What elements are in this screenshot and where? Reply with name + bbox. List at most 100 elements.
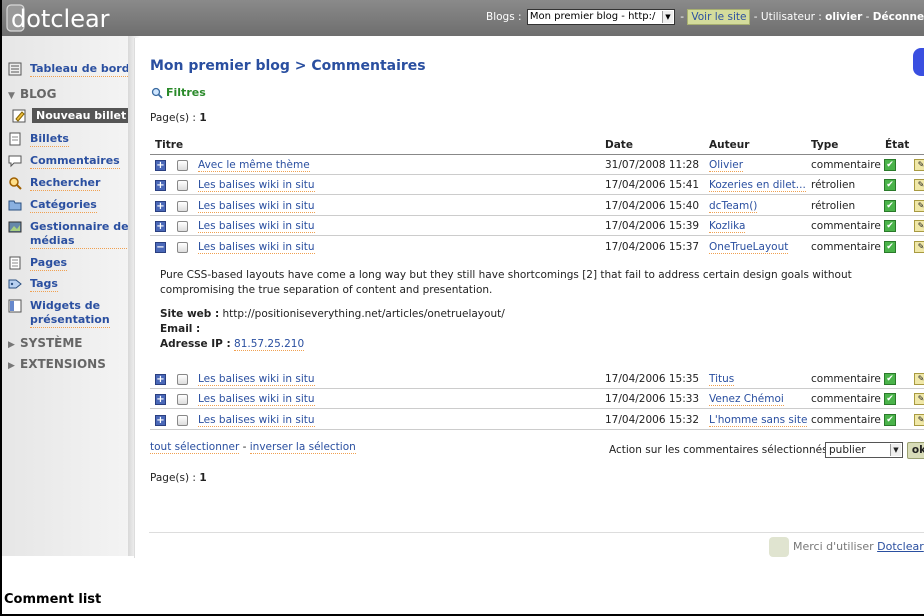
comment-author-link[interactable]: Olivier: [709, 159, 744, 172]
dotclear-logo[interactable]: dotclear: [6, 2, 128, 34]
comment-author-link[interactable]: Kozeries en dilet...: [709, 179, 806, 192]
column-date: Date: [605, 139, 633, 151]
ok-button[interactable]: ok: [907, 442, 924, 459]
table-row: + Les balises wiki in situ 17/04/2006 15:3…: [150, 410, 924, 430]
table-row: + Les balises wiki in situ 17/04/2006 15:3…: [150, 389, 924, 409]
comment-author-link[interactable]: Kozlika: [709, 220, 746, 233]
page-title: Mon premier blog > Commentaires: [150, 58, 426, 74]
ip-link[interactable]: 81.57.25.210: [234, 338, 305, 351]
expand-icon[interactable]: +: [155, 415, 166, 426]
comment-author-link[interactable]: OneTrueLayout: [709, 241, 789, 254]
filters-label: Filtres: [166, 86, 206, 99]
top-bar: dotclear Blogs : Mon premier blog - http…: [2, 0, 924, 36]
pagination-top: Page(s) : 1: [150, 112, 207, 124]
dotclear-link[interactable]: Dotclear: [877, 540, 924, 553]
edit-icon[interactable]: ✎: [914, 414, 924, 426]
select-all-link[interactable]: tout sélectionner: [150, 441, 240, 454]
user-name[interactable]: olivier: [825, 11, 862, 23]
table-row: + Les balises wiki in situ 17/04/2006 15:4…: [150, 175, 924, 195]
collapse-icon[interactable]: −: [155, 242, 166, 253]
page-number[interactable]: 1: [199, 112, 206, 124]
selection-links: tout sélectionner - inverser la sélectio…: [150, 441, 356, 454]
row-checkbox[interactable]: [177, 201, 188, 212]
separator: -: [242, 441, 247, 453]
edit-icon[interactable]: ✎: [914, 200, 924, 212]
main-panel: Mon premier blog > Commentaires Filtres …: [134, 38, 924, 558]
sidebar: Tableau de bord ▼ BLOG Nouveau billet Bil…: [2, 36, 132, 556]
expand-icon[interactable]: +: [155, 201, 166, 212]
expand-icon[interactable]: +: [155, 160, 166, 171]
edit-icon[interactable]: ✎: [914, 241, 924, 253]
filters-toggle[interactable]: Filtres: [151, 86, 206, 99]
row-checkbox[interactable]: [177, 160, 188, 171]
row-checkbox[interactable]: [177, 242, 188, 253]
comment-author-link[interactable]: L'homme sans site: [709, 414, 808, 427]
comment-title-link[interactable]: Avec le même thème: [198, 159, 310, 172]
published-check-icon: ✔: [884, 414, 896, 426]
table-header: Titre Date Auteur Type État: [150, 137, 924, 155]
row-checkbox[interactable]: [177, 394, 188, 405]
expand-icon[interactable]: +: [155, 180, 166, 191]
expand-icon[interactable]: +: [155, 394, 166, 405]
section-system[interactable]: ▶ SYSTÈME: [8, 336, 83, 350]
comment-author-link[interactable]: Titus: [709, 373, 735, 386]
section-blog[interactable]: ▼ BLOG: [8, 87, 56, 101]
search-icon: [9, 177, 22, 190]
footer-thanks: Merci d'utiliser: [793, 540, 874, 553]
help-button[interactable]: [913, 48, 924, 76]
logout-link[interactable]: Déconnexio: [873, 11, 924, 23]
expand-icon[interactable]: +: [155, 221, 166, 232]
comment-title-link[interactable]: Les balises wiki in situ: [198, 393, 315, 406]
comment-author-link[interactable]: Venez Chémoi: [709, 393, 784, 406]
widgets-icon: [8, 299, 22, 313]
comment-title-link[interactable]: Les balises wiki in situ: [198, 220, 315, 233]
comment-type: commentaire: [811, 373, 881, 385]
footer-divider: [149, 532, 924, 533]
chevron-down-icon: ▼: [661, 11, 673, 23]
section-extensions[interactable]: ▶ EXTENSIONS: [8, 357, 106, 371]
pagination-bottom: Page(s) : 1: [150, 472, 207, 484]
row-checkbox[interactable]: [177, 415, 188, 426]
comment-title-link[interactable]: Les balises wiki in situ: [198, 200, 315, 213]
section-label: BLOG: [20, 87, 57, 101]
view-site-button[interactable]: Voir le site: [687, 9, 751, 25]
comment-author-link[interactable]: dcTeam(): [709, 200, 758, 213]
comment-type: commentaire: [811, 220, 881, 232]
edit-icon[interactable]: ✎: [914, 220, 924, 232]
pages-label: Page(s) :: [150, 472, 196, 484]
row-checkbox[interactable]: [177, 374, 188, 385]
expand-icon[interactable]: +: [155, 374, 166, 385]
comment-title-link[interactable]: Les balises wiki in situ: [198, 241, 315, 254]
comment-title-link[interactable]: Les balises wiki in situ: [198, 179, 315, 192]
sidebar-item-label: Gestionnaire de médias: [30, 220, 129, 249]
column-status: État: [885, 139, 910, 151]
comment-title-link[interactable]: Les balises wiki in situ: [198, 414, 315, 427]
edit-icon[interactable]: ✎: [914, 179, 924, 191]
caption: Comment list: [4, 592, 102, 607]
row-checkbox[interactable]: [177, 180, 188, 191]
sidebar-item-label: Rechercher: [30, 176, 101, 191]
sidebar-item-label: Billets: [30, 132, 69, 147]
footer: Merci d'utiliser Dotclear: [769, 536, 924, 558]
action-label: Action sur les commentaires sélectionnés…: [609, 444, 835, 456]
edit-icon[interactable]: ✎: [914, 373, 924, 385]
invert-selection-link[interactable]: inverser la sélection: [249, 441, 356, 454]
page-number[interactable]: 1: [199, 472, 206, 484]
site-value: http://positioniseverything.net/articles…: [222, 308, 505, 320]
chevron-down-icon: ▼: [890, 444, 901, 456]
comment-ip: Adresse IP : 81.57.25.210: [160, 338, 305, 351]
blog-select[interactable]: Mon premier blog - http:/ ▼: [526, 9, 675, 25]
comment-title-link[interactable]: Les balises wiki in situ: [198, 373, 315, 386]
comment-date: 17/04/2006 15:37: [605, 241, 700, 253]
sidebar-item-label: Tags: [30, 277, 58, 292]
published-check-icon: ✔: [884, 393, 896, 405]
comment-type: rétrolien: [811, 200, 856, 212]
sidebar-item-new-post[interactable]: Nouveau billet: [32, 108, 131, 123]
edit-icon[interactable]: ✎: [914, 159, 924, 171]
comment-date: 17/04/2006 15:35: [605, 373, 700, 385]
comment-text: Pure CSS-based layouts have come a long …: [160, 269, 852, 296]
row-checkbox[interactable]: [177, 221, 188, 232]
edit-icon[interactable]: ✎: [914, 393, 924, 405]
action-select[interactable]: publier ▼: [825, 442, 903, 458]
separator: -: [865, 11, 870, 23]
